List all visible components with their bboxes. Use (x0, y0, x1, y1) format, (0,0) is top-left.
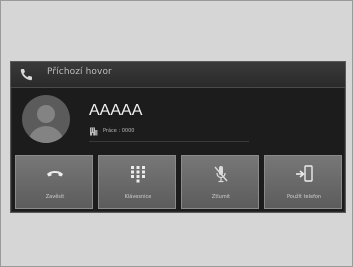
header-bar: Příchozí hovor (11, 62, 345, 88)
incoming-call-screen: Příchozí hovor AAAAA Práce : 0000 Zavěsi… (10, 61, 346, 213)
phone-icon (20, 69, 32, 81)
caller-name: AAAAA (89, 102, 143, 119)
figure-frame: Příchozí hovor AAAAA Práce : 0000 Zavěsi… (0, 0, 353, 267)
avatar-body (28, 126, 64, 143)
caller-number: Práce : 0000 (103, 128, 135, 134)
transfer-to-phone-button[interactable]: Použít telefon (264, 155, 342, 209)
call-actions: Zavěsit Klávesnice Ztlumit Použít telefo… (15, 155, 342, 209)
hang-up-label: Zavěsit (45, 194, 65, 200)
avatar-head (37, 105, 55, 123)
person-avatar-icon (22, 95, 70, 143)
building-icon (90, 127, 98, 135)
hang-up-icon (47, 171, 63, 177)
mute-button[interactable]: Ztlumit (181, 155, 259, 209)
mute-microphone-icon (214, 166, 228, 183)
mute-label: Ztlumit (211, 194, 231, 200)
caller-divider (89, 141, 249, 142)
transfer-label: Použít telefon (286, 194, 322, 200)
header-title: Příchozí hovor (47, 67, 112, 77)
hang-up-button[interactable]: Zavěsit (15, 155, 93, 209)
keypad-label: Klávesnice (124, 194, 152, 200)
keypad-icon (131, 166, 145, 183)
keypad-button[interactable]: Klávesnice (98, 155, 176, 209)
caller-subtitle: Práce : 0000 (89, 126, 134, 136)
transfer-to-phone-icon (296, 165, 313, 182)
